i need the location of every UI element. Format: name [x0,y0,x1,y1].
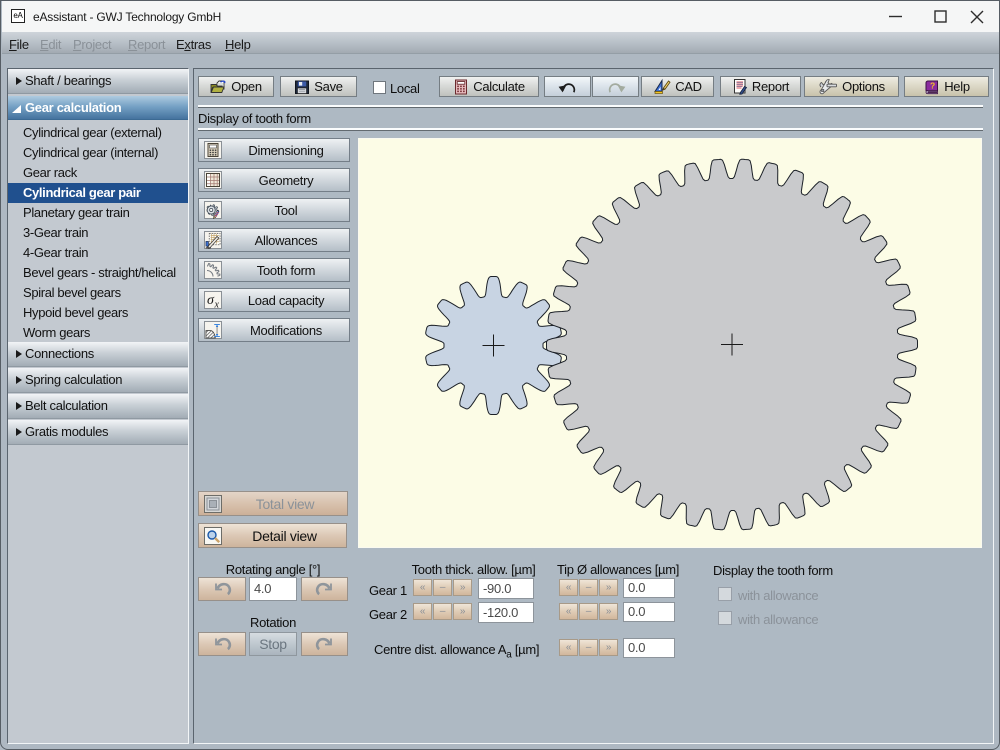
svg-text:x: x [214,300,220,309]
svg-text:?: ? [930,80,935,90]
